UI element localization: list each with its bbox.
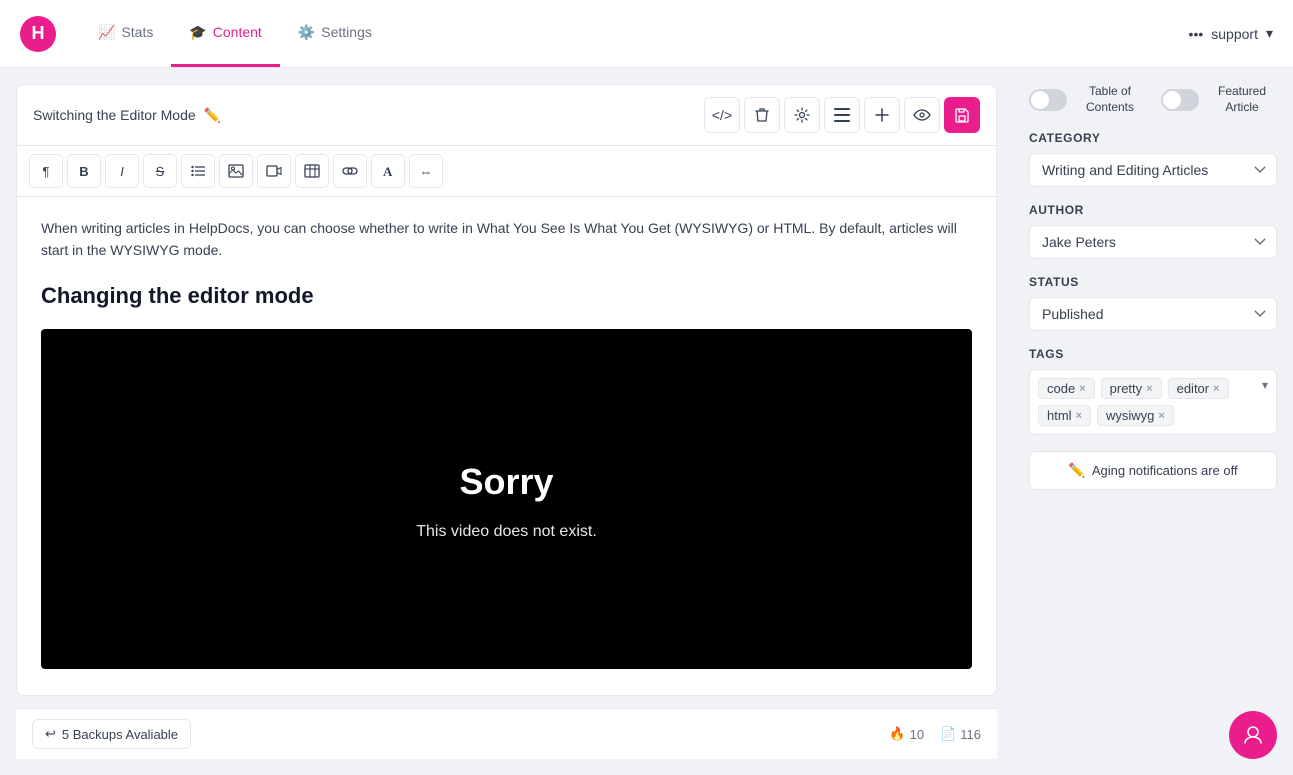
content-heading: Changing the editor mode [41, 278, 972, 313]
toolbar-font-color[interactable]: A [371, 154, 405, 188]
word-count-stat: 🔥 10 [889, 726, 924, 742]
nav-tabs: 📈 Stats 🎓 Content ⚙️ Settings [80, 0, 390, 67]
toc-toggle-label: Table of Contents [1075, 84, 1145, 115]
tag-wysiwyg-remove[interactable]: × [1158, 410, 1164, 422]
toolbar-list[interactable] [181, 154, 215, 188]
featured-toggle-label: Featured Article [1207, 84, 1277, 115]
toolbar-align[interactable]: ⇔ [409, 154, 443, 188]
add-button[interactable] [864, 97, 900, 133]
featured-toggle-thumb [1163, 91, 1181, 109]
editor-header: Switching the Editor Mode ✏️ </> [17, 85, 996, 146]
status-label: Status [1029, 275, 1277, 289]
toc-toggle-thumb [1031, 91, 1049, 109]
char-count-value: 116 [960, 727, 981, 742]
video-subtitle-text: This video does not exist. [416, 519, 597, 545]
featured-toggle[interactable] [1161, 89, 1199, 111]
edit-title-icon[interactable]: ✏️ [204, 107, 221, 124]
tags-label: Tags [1029, 347, 1277, 361]
editor-content[interactable]: When writing articles in HelpDocs, you c… [17, 197, 996, 695]
support-area[interactable]: ••• support ▾ [1189, 25, 1273, 42]
aging-notifications-button[interactable]: ✏️ Aging notifications are off [1029, 451, 1277, 490]
footer-stats: 🔥 10 📄 116 [889, 726, 981, 742]
code-view-button[interactable]: </> [704, 97, 740, 133]
content-icon: 🎓 [189, 24, 206, 41]
toolbar-link[interactable] [333, 154, 367, 188]
stats-icon: 📈 [98, 24, 115, 41]
toolbar-strikethrough[interactable]: S [143, 154, 177, 188]
tag-pretty-remove[interactable]: × [1146, 383, 1152, 395]
toc-toggle-group: Table of Contents [1029, 84, 1145, 115]
editor-panel: Switching the Editor Mode ✏️ </> [0, 68, 1013, 775]
word-count-value: 10 [910, 727, 924, 742]
tag-html: html × [1038, 405, 1091, 426]
editor-footer: ↩ 5 Backups Avaliable 🔥 10 📄 116 [16, 708, 997, 759]
author-section: Author Jake Peters [1029, 203, 1277, 259]
tag-code-remove[interactable]: × [1079, 383, 1085, 395]
sidebar-toggles: Table of Contents Featured Article [1029, 84, 1277, 115]
tags-section: Tags code × pretty × editor × html × [1029, 347, 1277, 435]
sidebar-panel: Table of Contents Featured Article Categ… [1013, 68, 1293, 775]
category-select[interactable]: Writing and Editing Articles [1029, 153, 1277, 187]
tag-pretty: pretty × [1101, 378, 1162, 399]
editor-title: Switching the Editor Mode ✏️ [33, 107, 221, 124]
category-section: Category Writing and Editing Articles [1029, 131, 1277, 187]
author-select[interactable]: Jake Peters [1029, 225, 1277, 259]
backups-icon: ↩ [45, 726, 56, 742]
delete-button[interactable] [744, 97, 780, 133]
nav-tab-content[interactable]: 🎓 Content [171, 0, 279, 67]
featured-toggle-group: Featured Article [1161, 84, 1277, 115]
toolbar-bold[interactable]: B [67, 154, 101, 188]
status-select[interactable]: Published Draft [1029, 297, 1277, 331]
tag-editor-remove[interactable]: × [1213, 383, 1219, 395]
aging-label: Aging notifications are off [1092, 463, 1238, 478]
backups-button[interactable]: ↩ 5 Backups Avaliable [32, 719, 191, 749]
word-icon: 🔥 [889, 726, 905, 742]
aging-icon: ✏️ [1068, 462, 1085, 479]
tag-code: code × [1038, 378, 1095, 399]
tags-dropdown-arrow[interactable]: ▾ [1262, 378, 1268, 392]
status-section: Status Published Draft [1029, 275, 1277, 331]
article-settings-button[interactable] [784, 97, 820, 133]
logo: H [20, 16, 56, 52]
video-sorry-text: Sorry [459, 453, 553, 511]
toolbar-paragraph[interactable]: ¶ [29, 154, 63, 188]
top-nav: H 📈 Stats 🎓 Content ⚙️ Settings ••• supp… [0, 0, 1293, 68]
toolbar-table[interactable] [295, 154, 329, 188]
author-label: Author [1029, 203, 1277, 217]
content-paragraph: When writing articles in HelpDocs, you c… [41, 217, 972, 262]
char-count-stat: 📄 116 [940, 726, 981, 742]
list-view-button[interactable] [824, 97, 860, 133]
settings-nav-icon: ⚙️ [298, 24, 315, 41]
save-button[interactable] [944, 97, 980, 133]
toolbar-video[interactable] [257, 154, 291, 188]
preview-button[interactable] [904, 97, 940, 133]
editor-toolbar: ¶ B I S A [17, 146, 996, 197]
tag-wysiwyg: wysiwyg × [1097, 405, 1174, 426]
editor-card: Switching the Editor Mode ✏️ </> [16, 84, 997, 696]
toolbar-italic[interactable]: I [105, 154, 139, 188]
category-label: Category [1029, 131, 1277, 145]
tag-editor: editor × [1168, 378, 1229, 399]
svg-text:A: A [383, 164, 393, 178]
toolbar-image[interactable] [219, 154, 253, 188]
avatar[interactable] [1229, 711, 1277, 759]
chevron-down-icon: ▾ [1266, 25, 1273, 42]
video-placeholder: Sorry This video does not exist. [41, 329, 972, 669]
toc-toggle[interactable] [1029, 89, 1067, 111]
main-content: Switching the Editor Mode ✏️ </> [0, 68, 1293, 775]
tags-container: code × pretty × editor × html × wysiwyg [1029, 369, 1277, 435]
editor-actions: </> [704, 97, 980, 133]
tag-html-remove[interactable]: × [1076, 410, 1082, 422]
backups-label: 5 Backups Avaliable [62, 727, 178, 742]
nav-tab-stats[interactable]: 📈 Stats [80, 0, 171, 67]
nav-tab-settings[interactable]: ⚙️ Settings [280, 0, 390, 67]
char-icon: 📄 [940, 726, 956, 742]
